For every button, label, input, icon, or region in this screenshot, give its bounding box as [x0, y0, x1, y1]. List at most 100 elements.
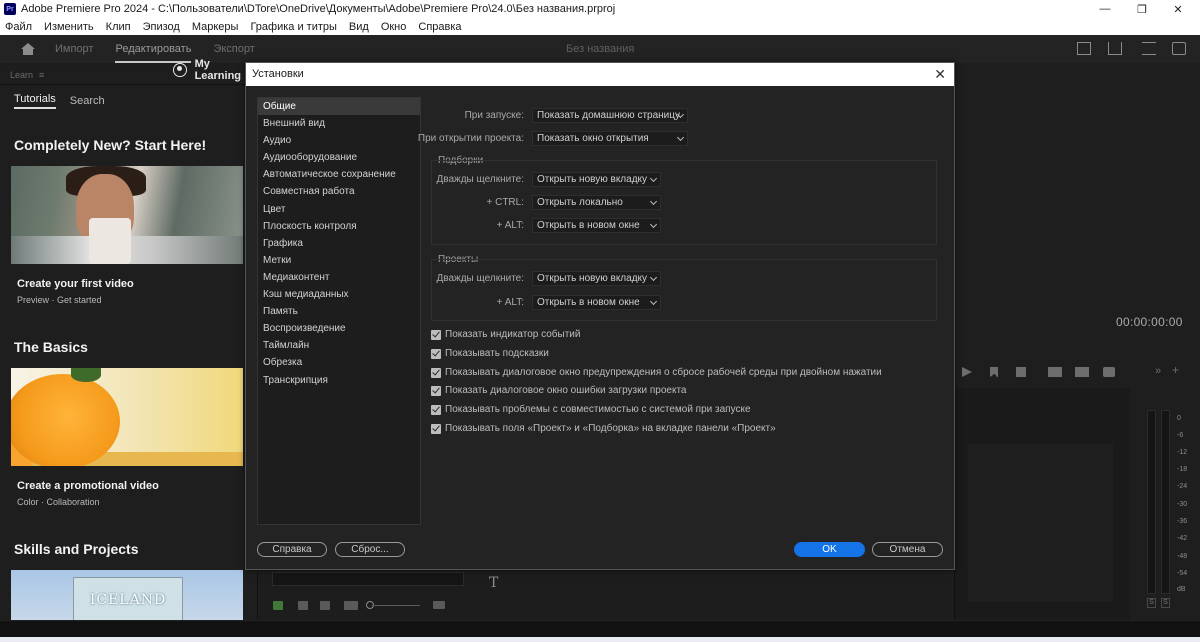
- share-icon[interactable]: [1108, 42, 1122, 55]
- checkbox-show-event-indicator[interactable]: Показать индикатор событий: [431, 329, 580, 340]
- tutorial-thumbnail[interactable]: [11, 368, 243, 466]
- project-search-field[interactable]: [272, 572, 464, 586]
- camera-icon[interactable]: [1103, 367, 1115, 377]
- category-item-control-surface[interactable]: Плоскость контроля: [258, 218, 420, 235]
- checkbox-checked-icon[interactable]: [431, 329, 441, 340]
- checkbox-show-tooltips[interactable]: Показывать подсказки: [431, 348, 549, 359]
- bins-double-click-dropdown[interactable]: Открыть новую вкладку: [532, 172, 661, 187]
- menu-graphics[interactable]: Графика и титры: [250, 21, 336, 33]
- insert-icon[interactable]: [1048, 367, 1062, 377]
- checkbox-label: Показывать поля «Проект» и «Подборка» на…: [445, 423, 776, 434]
- category-item-audio[interactable]: Аудио: [258, 132, 420, 149]
- overwrite-icon[interactable]: [1075, 367, 1089, 377]
- on-open-project-label: При открытии проекта:: [417, 133, 524, 144]
- on-open-project-value: Показать окно открытия: [537, 133, 649, 144]
- tab-search[interactable]: Search: [70, 95, 105, 107]
- category-item-media-cache[interactable]: Кэш медиаданных: [258, 286, 420, 303]
- category-item-collaboration[interactable]: Совместная работа: [258, 183, 420, 200]
- checkbox-show-reset-workspace-warning[interactable]: Показывать диалоговое окно предупреждени…: [431, 367, 882, 378]
- meter-scale-label: -30: [1177, 501, 1188, 508]
- category-item-memory[interactable]: Память: [258, 303, 420, 320]
- on-startup-label: При запуске:: [464, 110, 524, 121]
- fullscreen-icon[interactable]: [1172, 42, 1186, 55]
- menu-window[interactable]: Окно: [381, 21, 407, 33]
- minimize-icon[interactable]: —: [1087, 0, 1123, 18]
- category-item-labels[interactable]: Метки: [258, 252, 420, 269]
- checkbox-checked-icon[interactable]: [431, 423, 441, 434]
- panel-menu-icon[interactable]: ≡: [39, 70, 44, 80]
- tutorial-thumbnail[interactable]: [11, 166, 243, 264]
- category-item-media[interactable]: Медиаконтент: [258, 269, 420, 286]
- pencil-icon[interactable]: [273, 601, 283, 610]
- category-item-general[interactable]: Общие: [258, 98, 420, 116]
- tutorial-card-title[interactable]: Create your first video: [17, 278, 134, 290]
- maximize-icon[interactable]: ❐: [1124, 0, 1160, 18]
- checkbox-show-compatibility-issues[interactable]: Показывать проблемы с совместимостью с с…: [431, 404, 751, 415]
- category-item-graphics[interactable]: Графика: [258, 235, 420, 252]
- menu-clip[interactable]: Клип: [106, 21, 131, 33]
- category-item-auto-save[interactable]: Автоматическое сохранение: [258, 166, 420, 183]
- timecode-display[interactable]: 00:00:00:00: [1116, 315, 1183, 329]
- solo-left-button[interactable]: S: [1147, 598, 1156, 608]
- checkbox-show-project-load-error[interactable]: Показать диалоговое окно ошибки загрузки…: [431, 385, 687, 396]
- add-button-icon[interactable]: +: [1172, 364, 1182, 376]
- on-startup-dropdown[interactable]: Показать домашнюю страницу: [532, 108, 688, 123]
- category-item-audio-hardware[interactable]: Аудиооборудование: [258, 149, 420, 166]
- checkbox-show-project-bin-fields[interactable]: Показывать поля «Проект» и «Подборка» на…: [431, 423, 776, 434]
- ok-button[interactable]: OK: [794, 542, 865, 557]
- more-icon[interactable]: »: [1155, 366, 1165, 377]
- icon-view-icon[interactable]: [320, 601, 330, 610]
- cancel-button[interactable]: Отмена: [872, 542, 943, 557]
- help-button[interactable]: Справка: [257, 542, 327, 557]
- timeline-area: [968, 444, 1113, 602]
- reset-button[interactable]: Сброс...: [335, 542, 405, 557]
- close-window-icon[interactable]: ✕: [1160, 0, 1196, 18]
- checkbox-checked-icon[interactable]: [431, 367, 441, 378]
- projects-alt-dropdown[interactable]: Открыть в новом окне: [532, 295, 661, 310]
- checkbox-checked-icon[interactable]: [431, 404, 441, 415]
- sort-icon[interactable]: [433, 601, 445, 609]
- zoom-slider-track[interactable]: [372, 605, 420, 606]
- menu-sequence[interactable]: Эпизод: [143, 21, 180, 33]
- meta-tag: Preview: [17, 295, 50, 305]
- go-to-out-icon[interactable]: [1016, 367, 1026, 377]
- menu-view[interactable]: Вид: [349, 21, 369, 33]
- bins-double-click-label: Дважды щелкните:: [436, 174, 525, 185]
- bins-alt-dropdown[interactable]: Открыть в новом окне: [532, 218, 661, 233]
- menu-help[interactable]: Справка: [418, 21, 461, 33]
- on-open-project-dropdown[interactable]: Показать окно открытия: [532, 131, 688, 146]
- list-view-icon[interactable]: [298, 601, 308, 610]
- home-icon[interactable]: [21, 43, 35, 55]
- category-item-playback[interactable]: Воспроизведение: [258, 320, 420, 337]
- bins-ctrl-dropdown[interactable]: Открыть локально: [532, 195, 661, 210]
- meta-tag: Collaboration: [46, 497, 100, 507]
- category-item-timeline[interactable]: Таймлайн: [258, 337, 420, 354]
- category-item-color[interactable]: Цвет: [258, 201, 420, 218]
- category-item-transcription[interactable]: Транскрипция: [258, 372, 420, 389]
- solo-right-button[interactable]: S: [1161, 598, 1170, 608]
- quick-export-icon[interactable]: [1077, 42, 1091, 55]
- tutorial-thumbnail[interactable]: ICELAND: [11, 570, 243, 620]
- freeform-view-icon[interactable]: [344, 601, 358, 610]
- tab-import[interactable]: Импорт: [55, 35, 93, 63]
- learn-nav: Tutorials Search: [0, 85, 257, 117]
- category-item-trim[interactable]: Обрезка: [258, 354, 420, 371]
- menu-edit[interactable]: Изменить: [44, 21, 94, 33]
- section-heading: The Basics: [14, 339, 88, 355]
- tab-tutorials[interactable]: Tutorials: [14, 93, 56, 109]
- checkbox-checked-icon[interactable]: [431, 385, 441, 396]
- projects-alt-label: + ALT:: [496, 297, 524, 308]
- meter-scale-label: -36: [1177, 518, 1188, 525]
- menu-file[interactable]: Файл: [5, 21, 32, 33]
- taskbar-edge: [0, 637, 1200, 642]
- window-title: Adobe Premiere Pro 2024 - C:\Пользовател…: [21, 3, 616, 15]
- close-icon[interactable]: ✕: [934, 65, 946, 83]
- type-tool-icon[interactable]: T: [489, 575, 498, 591]
- category-list: Общие Внешний вид Аудио Аудиооборудовани…: [257, 97, 421, 525]
- tutorial-card-title[interactable]: Create a promotional video: [17, 480, 159, 492]
- projects-double-click-dropdown[interactable]: Открыть новую вкладку: [532, 271, 661, 286]
- menu-markers[interactable]: Маркеры: [192, 21, 239, 33]
- workspaces-icon[interactable]: [1142, 42, 1156, 55]
- category-item-appearance[interactable]: Внешний вид: [258, 115, 420, 132]
- checkbox-checked-icon[interactable]: [431, 348, 441, 359]
